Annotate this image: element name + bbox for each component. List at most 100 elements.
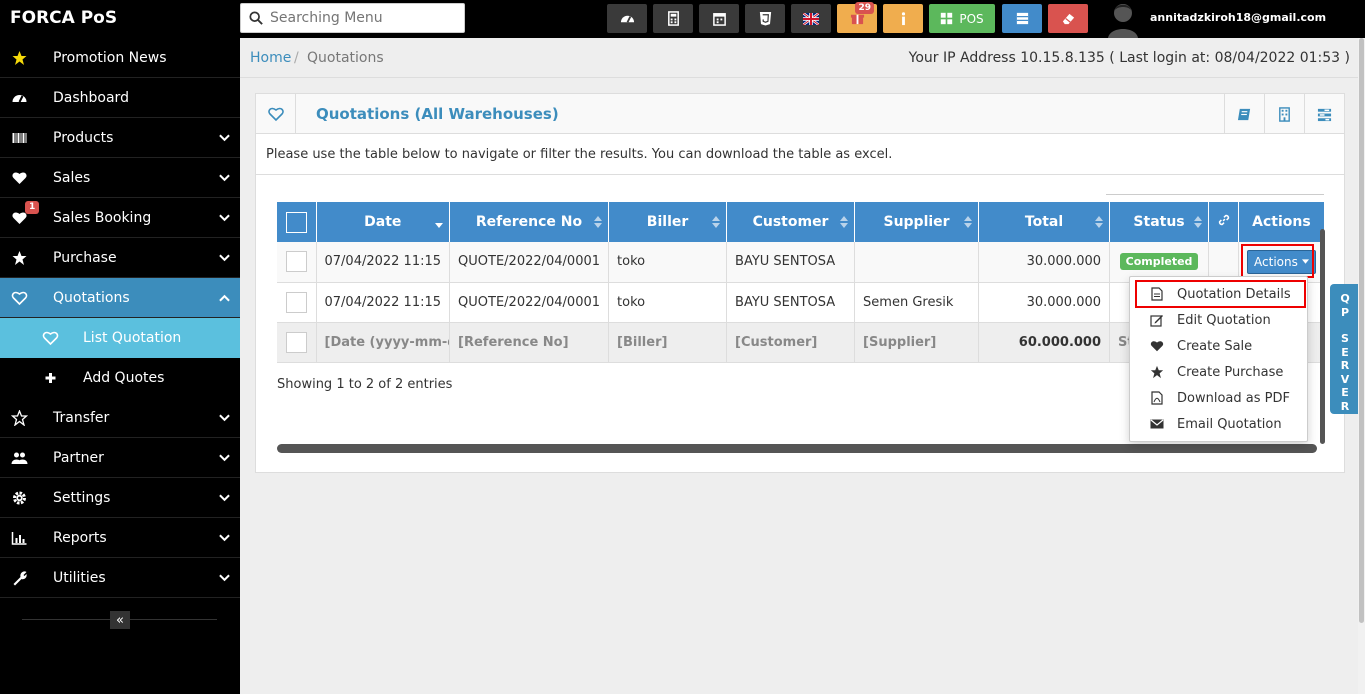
menu-item-download-pdf[interactable]: Download as PDF: [1130, 385, 1307, 411]
info-button[interactable]: [883, 4, 923, 33]
panel-heart-icon-box: [256, 94, 296, 134]
sidebar-item-promotion-news[interactable]: Promotion News: [0, 38, 240, 78]
heart-icon: [12, 172, 27, 184]
row-checkbox[interactable]: [285, 291, 307, 313]
sidebar-collapse-button[interactable]: «: [110, 611, 130, 629]
cell-supplier: [854, 242, 980, 283]
sidebar-item-dashboard[interactable]: Dashboard: [0, 78, 240, 118]
menu-item-label: Create Purchase: [1177, 364, 1284, 380]
search-icon: [249, 11, 263, 25]
user-email[interactable]: annitadzkiroh18@gmail.com: [1150, 11, 1326, 24]
sidebar-item-purchase[interactable]: Purchase: [0, 238, 240, 278]
sidebar-item-products[interactable]: Products: [0, 118, 240, 158]
footer-supplier-filter[interactable]: [Supplier]: [854, 322, 980, 363]
header-label: Date: [364, 214, 402, 230]
users-icon: [11, 452, 28, 464]
table-horizontal-scrollbar[interactable]: [277, 444, 1317, 453]
tab-letter: R: [1340, 359, 1350, 372]
actions-dropdown-button[interactable]: Actions: [1247, 249, 1316, 274]
footer-customer-filter[interactable]: [Customer]: [726, 322, 856, 363]
calculator-button[interactable]: [653, 4, 693, 33]
menu-item-quotation-details[interactable]: Quotation Details: [1130, 281, 1307, 307]
table-vertical-scrollbar[interactable]: [1320, 229, 1325, 444]
sidebar-item-label: Sales: [53, 169, 91, 186]
menu-item-email-quotation[interactable]: Email Quotation: [1130, 411, 1307, 437]
column-header-status[interactable]: Status: [1109, 202, 1210, 242]
sidebar-item-quotations[interactable]: Quotations: [0, 278, 240, 318]
notifications-button[interactable]: 29: [837, 2, 877, 33]
tab-letter: R: [1340, 399, 1350, 413]
select-all-header: [277, 202, 317, 242]
chevron-down-icon: [219, 454, 230, 462]
search-box[interactable]: [240, 3, 465, 33]
table-columns-button[interactable]: [1304, 94, 1344, 134]
page-scrollbar[interactable]: [1358, 38, 1365, 694]
tab-letter: V: [1340, 372, 1350, 386]
menu-item-create-sale[interactable]: Create Sale: [1130, 333, 1307, 359]
breadcrumb-home-link[interactable]: Home: [250, 50, 291, 66]
menu-item-edit-quotation[interactable]: Edit Quotation: [1130, 307, 1307, 333]
chevron-up-icon: [219, 294, 230, 302]
heart-outline-icon: [267, 107, 284, 122]
calendar-icon: [712, 13, 726, 26]
clear-cache-button[interactable]: [1048, 4, 1088, 33]
sidebar-item-add-quotes[interactable]: Add Quotes: [0, 358, 240, 398]
barcode-icon: [12, 133, 27, 143]
sidebar-item-utilities[interactable]: Utilities: [0, 558, 240, 598]
warehouse-button[interactable]: [1264, 94, 1304, 134]
column-header-reference-no[interactable]: Reference No: [449, 202, 610, 242]
language-button[interactable]: [791, 4, 831, 33]
cell-customer: BAYU SENTOSA: [726, 282, 856, 323]
sidebar-item-sales-booking[interactable]: 1 Sales Booking: [0, 198, 240, 238]
chevron-down-icon: [219, 214, 230, 222]
entries-info: Showing 1 to 2 of 2 entries: [277, 377, 453, 392]
sidebar-item-sales[interactable]: Sales: [0, 158, 240, 198]
search-input[interactable]: [270, 10, 455, 26]
pos-button[interactable]: POS: [929, 4, 995, 33]
star-icon: [12, 51, 27, 65]
row-checkbox[interactable]: [285, 251, 307, 273]
user-avatar-icon[interactable]: [1106, 0, 1140, 38]
footer-date-filter[interactable]: [Date (yyyy-mm-d: [316, 322, 451, 363]
sidebar-item-label: List Quotation: [83, 330, 182, 346]
sidebar-item-reports[interactable]: Reports: [0, 518, 240, 558]
sidebar-item-label: Add Quotes: [83, 370, 165, 386]
info-icon: [901, 12, 905, 26]
calendar-button[interactable]: [699, 4, 739, 33]
sidebar-item-settings[interactable]: Settings: [0, 478, 240, 518]
actions-button-label: Actions: [1254, 254, 1298, 269]
column-header-date[interactable]: Date: [316, 202, 451, 242]
sidebar-item-transfer[interactable]: Transfer: [0, 398, 240, 438]
heart-icon: [1150, 341, 1164, 352]
column-header-biller[interactable]: Biller: [608, 202, 728, 242]
menu-item-label: Email Quotation: [1177, 416, 1282, 432]
chevron-down-icon: [219, 174, 230, 182]
css3-icon: [759, 11, 771, 26]
row-select-cell: [277, 242, 317, 283]
bar-chart-icon: [11, 532, 27, 545]
qp-server-tab[interactable]: Q P S E R V E R: [1330, 284, 1360, 414]
column-header-supplier[interactable]: Supplier: [854, 202, 980, 242]
footer-biller-filter[interactable]: [Biller]: [608, 322, 728, 363]
sidebar-item-list-quotation[interactable]: List Quotation: [0, 318, 240, 358]
footer-reference-filter[interactable]: [Reference No]: [449, 322, 610, 363]
breadcrumb: Home / Quotations Your IP Address 10.15.…: [240, 38, 1358, 78]
css3-theme-button[interactable]: [745, 4, 785, 33]
sidebar-item-partner[interactable]: Partner: [0, 438, 240, 478]
export-book-button[interactable]: [1224, 94, 1264, 134]
column-header-customer[interactable]: Customer: [726, 202, 856, 242]
dashboard-icon: [12, 95, 27, 103]
page-scrollbar-thumb[interactable]: [1359, 38, 1364, 623]
select-all-checkbox[interactable]: [285, 211, 307, 233]
app-brand[interactable]: FORCA PoS: [10, 8, 117, 28]
chevron-down-icon: [219, 534, 230, 542]
column-header-total[interactable]: Total: [978, 202, 1111, 242]
sidebar-item-label: Quotations: [53, 289, 130, 306]
cell-reference-no: QUOTE/2022/04/0001: [449, 242, 610, 283]
list-button[interactable]: [1002, 4, 1042, 33]
dashboard-shortcut-button[interactable]: [607, 4, 647, 33]
footer-checkbox[interactable]: [285, 331, 307, 353]
menu-item-create-purchase[interactable]: Create Purchase: [1130, 359, 1307, 385]
tab-letter: E: [1341, 386, 1349, 399]
table-header-row: Date Reference No Biller Customer Suppli…: [277, 202, 1324, 242]
